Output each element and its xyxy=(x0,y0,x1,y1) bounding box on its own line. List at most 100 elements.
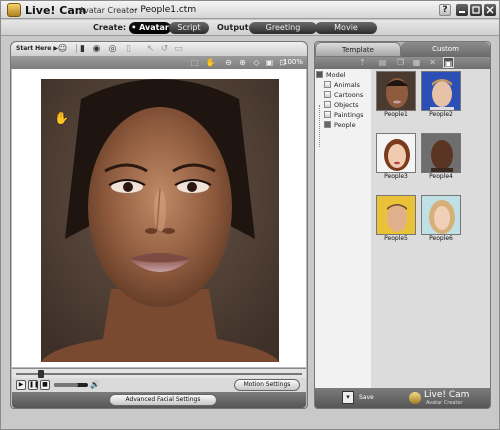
library-bottom-bar: ▾ Save Live! Cam Avatar Creator xyxy=(315,388,490,408)
tab-template[interactable]: Template xyxy=(315,42,401,57)
new-folder-icon[interactable]: ▤ xyxy=(377,57,388,68)
pause-button[interactable]: ❚❚ xyxy=(28,380,39,390)
portrait-icon xyxy=(422,134,460,172)
folder-icon xyxy=(316,71,323,78)
thumbnail-people3[interactable]: People3 xyxy=(376,133,416,180)
portrait-icon xyxy=(377,196,415,234)
rotate-icon[interactable]: ◇ xyxy=(251,57,262,68)
script-mode-button[interactable]: Script xyxy=(169,22,209,34)
zoom-in-icon[interactable]: ⊕ xyxy=(237,57,248,68)
thumbnail-label: People6 xyxy=(429,235,453,242)
face-illustration xyxy=(41,79,279,362)
app-title: Live! Cam xyxy=(25,4,87,17)
zoom-level: 100% xyxy=(282,58,303,66)
tree-item-label: Model xyxy=(326,71,346,79)
play-button[interactable]: ▶ xyxy=(16,380,26,390)
portrait-icon xyxy=(422,72,460,110)
volume-fill xyxy=(54,383,78,387)
close-button[interactable] xyxy=(484,4,496,16)
tree-item-people[interactable]: People xyxy=(324,121,356,129)
thumbnail-people4[interactable]: People4 xyxy=(421,133,461,180)
movie-button[interactable]: Movie xyxy=(315,22,377,34)
title-bar: Live! Cam Avatar Creator -- People1.ctm … xyxy=(1,1,499,19)
copy-icon[interactable]: ❐ xyxy=(395,57,406,68)
library-panel: Template Custom ⇡ ▤ ❐ ▦ ✕ ▣ Model Animal… xyxy=(314,41,491,409)
thumbnail-people1[interactable]: People1 xyxy=(376,71,416,118)
brand-title: Live! Cam xyxy=(424,390,470,400)
document-icon[interactable]: ▭ xyxy=(173,44,184,55)
thumbnail-image xyxy=(421,195,461,235)
motion-settings-button[interactable]: Motion Settings xyxy=(234,379,300,391)
thumbnail-people5[interactable]: People5 xyxy=(376,195,416,242)
thumbnail-people6[interactable]: People6 xyxy=(421,195,461,242)
minimize-button[interactable] xyxy=(456,4,468,16)
save-button[interactable]: Save xyxy=(359,394,374,401)
portrait-icon xyxy=(377,134,415,172)
advanced-facial-settings-button[interactable]: Advanced Facial Settings xyxy=(109,394,217,406)
tab-custom[interactable]: Custom xyxy=(401,42,490,57)
tree-item-objects[interactable]: Objects xyxy=(324,101,359,109)
zoom-out-icon[interactable]: ⊖ xyxy=(223,57,234,68)
category-tree: Model Animals Cartoons Objects Paintings… xyxy=(315,69,371,388)
page-icon[interactable]: ▯ xyxy=(123,44,134,55)
maximize-icon xyxy=(472,6,480,14)
greeting-button[interactable]: Greeting xyxy=(249,22,317,34)
maximize-button[interactable] xyxy=(470,4,482,16)
library-toolbar: ⇡ ▤ ❐ ▦ ✕ ▣ xyxy=(315,57,490,69)
save-icon[interactable]: ▾ xyxy=(342,391,354,404)
stop-button[interactable]: ■ xyxy=(40,380,50,390)
thumbnail-image xyxy=(421,71,461,111)
brand-subtitle: Avatar Creator xyxy=(426,400,463,406)
volume-slider[interactable] xyxy=(54,383,88,387)
mode-bar: Create: • Avatar Script Output : Greetin… xyxy=(1,20,499,36)
undo-icon[interactable]: ↺ xyxy=(159,44,170,55)
folder-icon xyxy=(324,101,331,108)
fullscreen-icon[interactable]: ▣ xyxy=(264,57,275,68)
tree-item-label: Objects xyxy=(334,101,359,109)
tree-guide-line xyxy=(319,105,320,147)
tree-item-paintings[interactable]: Paintings xyxy=(324,111,364,119)
thumbnail-image xyxy=(376,71,416,111)
folder-icon xyxy=(324,81,331,88)
close-icon xyxy=(486,6,494,14)
tree-item-cartoons[interactable]: Cartoons xyxy=(324,91,363,99)
thumbnail-label: People4 xyxy=(429,173,453,180)
hand-tool-icon[interactable]: ✋ xyxy=(205,57,216,68)
thumbnail-label: People3 xyxy=(384,173,408,180)
avatar-canvas[interactable]: ✋ xyxy=(12,69,306,367)
minimize-icon xyxy=(459,11,465,13)
paste-icon[interactable]: ▦ xyxy=(411,57,422,68)
thumbnail-view-icon[interactable]: ▣ xyxy=(443,57,454,68)
delete-icon[interactable]: ✕ xyxy=(427,57,438,68)
thumbnail-people2[interactable]: People2 xyxy=(421,71,461,118)
tree-item-animals[interactable]: Animals xyxy=(324,81,360,89)
app-window: Live! Cam Avatar Creator -- People1.ctm … xyxy=(0,0,500,430)
open-folder-icon xyxy=(324,121,331,128)
pointer-icon[interactable]: ↖ xyxy=(145,44,156,55)
avatar-mode-button[interactable]: • Avatar xyxy=(129,22,171,34)
help-button[interactable]: ? xyxy=(439,4,451,16)
face-wizard-icon[interactable]: ☺ xyxy=(57,44,68,55)
folder-icon xyxy=(324,91,331,98)
tree-item-label: Paintings xyxy=(334,111,364,119)
timeline-thumb[interactable] xyxy=(38,370,45,378)
editor-bottom-bar: Advanced Facial Settings xyxy=(12,392,306,408)
avatar-photo[interactable] xyxy=(41,79,279,362)
person-icon[interactable]: ▮ xyxy=(77,44,88,55)
up-folder-icon[interactable]: ⇡ xyxy=(357,57,368,68)
portrait-icon xyxy=(377,72,415,110)
eyes-icon[interactable]: ◎ xyxy=(107,44,118,55)
timeline-track xyxy=(16,373,302,375)
template-gallery: People1 People2 People3 People4 People5 … xyxy=(371,69,490,388)
timeline-slider[interactable] xyxy=(12,368,306,378)
speaker-icon[interactable]: 🔊 xyxy=(90,380,100,389)
eye-icon[interactable]: ◉ xyxy=(91,44,102,55)
file-name: -- People1.ctm xyxy=(131,5,197,15)
portrait-icon xyxy=(422,196,460,234)
tree-item-model[interactable]: Model xyxy=(316,71,346,79)
brand-logo-icon xyxy=(409,392,421,404)
fit-view-icon[interactable]: ⬚ xyxy=(189,57,200,68)
start-here-button[interactable]: Start Here ▶ xyxy=(16,45,58,52)
create-label: Create: xyxy=(93,23,127,32)
thumbnail-image xyxy=(421,133,461,173)
